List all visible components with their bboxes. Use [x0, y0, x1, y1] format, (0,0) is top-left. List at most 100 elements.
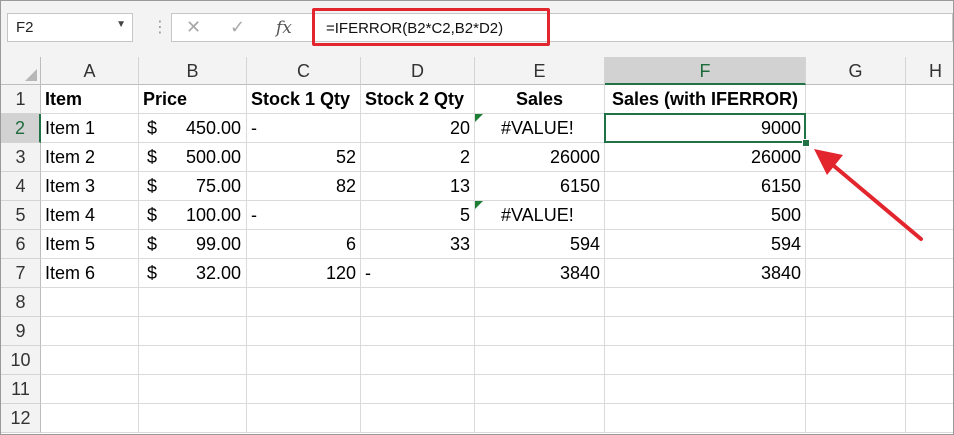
cell[interactable] — [41, 404, 139, 433]
column-header-a[interactable]: A — [41, 57, 139, 85]
item-cell[interactable]: Item 3 — [41, 172, 139, 201]
sales-cell[interactable]: 594 — [475, 230, 605, 259]
column-header-b[interactable]: B — [139, 57, 247, 85]
stock1-cell[interactable]: - — [247, 201, 361, 230]
price-cell[interactable]: $75.00 — [139, 172, 247, 201]
stock2-cell[interactable]: 33 — [361, 230, 475, 259]
cell[interactable] — [41, 346, 139, 375]
cell[interactable] — [605, 404, 806, 433]
cell[interactable] — [906, 259, 953, 288]
stock2-cell[interactable]: 2 — [361, 143, 475, 172]
stock1-cell[interactable]: 6 — [247, 230, 361, 259]
price-cell[interactable]: $500.00 — [139, 143, 247, 172]
item-cell[interactable]: Item 6 — [41, 259, 139, 288]
column-header-c[interactable]: C — [247, 57, 361, 85]
item-cell[interactable]: Item 5 — [41, 230, 139, 259]
cell[interactable] — [806, 404, 906, 433]
sales-cell[interactable]: 26000 — [475, 143, 605, 172]
item-cell[interactable]: Item 4 — [41, 201, 139, 230]
row-header-7[interactable]: 7 — [1, 259, 41, 288]
cell[interactable] — [806, 230, 906, 259]
item-cell[interactable]: Item 2 — [41, 143, 139, 172]
row-header-12[interactable]: 12 — [1, 404, 41, 433]
cell[interactable] — [139, 346, 247, 375]
header-cell[interactable]: Stock 2 Qty — [361, 85, 475, 114]
cell[interactable] — [361, 375, 475, 404]
row-header-2[interactable]: 2 — [1, 114, 41, 143]
cell[interactable] — [906, 143, 953, 172]
sales-iferror-cell[interactable]: 500 — [605, 201, 806, 230]
cell[interactable] — [906, 375, 953, 404]
sales-cell[interactable]: #VALUE! — [475, 114, 605, 143]
cell[interactable] — [475, 317, 605, 346]
cell[interactable] — [806, 201, 906, 230]
cell[interactable] — [139, 288, 247, 317]
drag-handle-icon[interactable]: ⋮ — [152, 17, 168, 37]
column-header-h[interactable]: H — [906, 57, 953, 85]
sales-iferror-cell[interactable]: 3840 — [605, 259, 806, 288]
stock1-cell[interactable]: - — [247, 114, 361, 143]
cell[interactable] — [605, 346, 806, 375]
stock2-cell[interactable]: - — [361, 259, 475, 288]
cell[interactable] — [139, 317, 247, 346]
cell[interactable] — [906, 114, 953, 143]
cell[interactable] — [906, 317, 953, 346]
check-icon[interactable]: ✓ — [230, 17, 245, 38]
cell[interactable] — [139, 375, 247, 404]
row-header-8[interactable]: 8 — [1, 288, 41, 317]
cell[interactable] — [906, 85, 953, 114]
price-cell[interactable]: $100.00 — [139, 201, 247, 230]
item-cell[interactable]: Item 1 — [41, 114, 139, 143]
sales-cell[interactable]: 3840 — [475, 259, 605, 288]
sales-iferror-cell[interactable]: 594 — [605, 230, 806, 259]
close-icon[interactable]: ✕ — [186, 17, 201, 38]
sales-iferror-cell[interactable]: 6150 — [605, 172, 806, 201]
cell[interactable] — [475, 288, 605, 317]
stock1-cell[interactable]: 120 — [247, 259, 361, 288]
fill-handle[interactable] — [802, 139, 810, 147]
stock1-cell[interactable]: 82 — [247, 172, 361, 201]
cell[interactable] — [806, 288, 906, 317]
cell[interactable] — [806, 143, 906, 172]
column-header-g[interactable]: G — [806, 57, 906, 85]
cell[interactable] — [475, 404, 605, 433]
row-header-4[interactable]: 4 — [1, 172, 41, 201]
price-cell[interactable]: $99.00 — [139, 230, 247, 259]
cell[interactable] — [41, 317, 139, 346]
row-header-6[interactable]: 6 — [1, 230, 41, 259]
cell[interactable] — [475, 346, 605, 375]
cell[interactable] — [41, 288, 139, 317]
chevron-down-icon[interactable]: ▼ — [116, 19, 126, 30]
cell[interactable] — [361, 404, 475, 433]
cell[interactable] — [605, 288, 806, 317]
cell[interactable] — [906, 288, 953, 317]
sales-iferror-cell[interactable]: 9000 — [605, 114, 806, 143]
cell[interactable] — [806, 375, 906, 404]
header-cell[interactable]: Price — [139, 85, 247, 114]
row-header-10[interactable]: 10 — [1, 346, 41, 375]
name-box[interactable]: F2 ▼ — [7, 13, 133, 42]
header-cell[interactable]: Sales (with IFERROR) — [605, 85, 806, 114]
row-header-1[interactable]: 1 — [1, 85, 41, 114]
stock2-cell[interactable]: 20 — [361, 114, 475, 143]
cell[interactable] — [247, 288, 361, 317]
header-cell[interactable]: Stock 1 Qty — [247, 85, 361, 114]
cell[interactable] — [806, 85, 906, 114]
sales-cell[interactable]: #VALUE! — [475, 201, 605, 230]
cell[interactable] — [906, 346, 953, 375]
cell[interactable] — [247, 346, 361, 375]
select-all-button[interactable] — [1, 57, 41, 85]
stock2-cell[interactable]: 5 — [361, 201, 475, 230]
cell[interactable] — [806, 172, 906, 201]
cell[interactable] — [806, 317, 906, 346]
cell[interactable] — [906, 201, 953, 230]
cell[interactable] — [247, 317, 361, 346]
cell[interactable] — [906, 172, 953, 201]
header-cell[interactable]: Item — [41, 85, 139, 114]
cell[interactable] — [41, 375, 139, 404]
cell[interactable] — [806, 259, 906, 288]
sales-cell[interactable]: 6150 — [475, 172, 605, 201]
cell[interactable] — [475, 375, 605, 404]
cell[interactable] — [361, 346, 475, 375]
row-header-3[interactable]: 3 — [1, 143, 41, 172]
